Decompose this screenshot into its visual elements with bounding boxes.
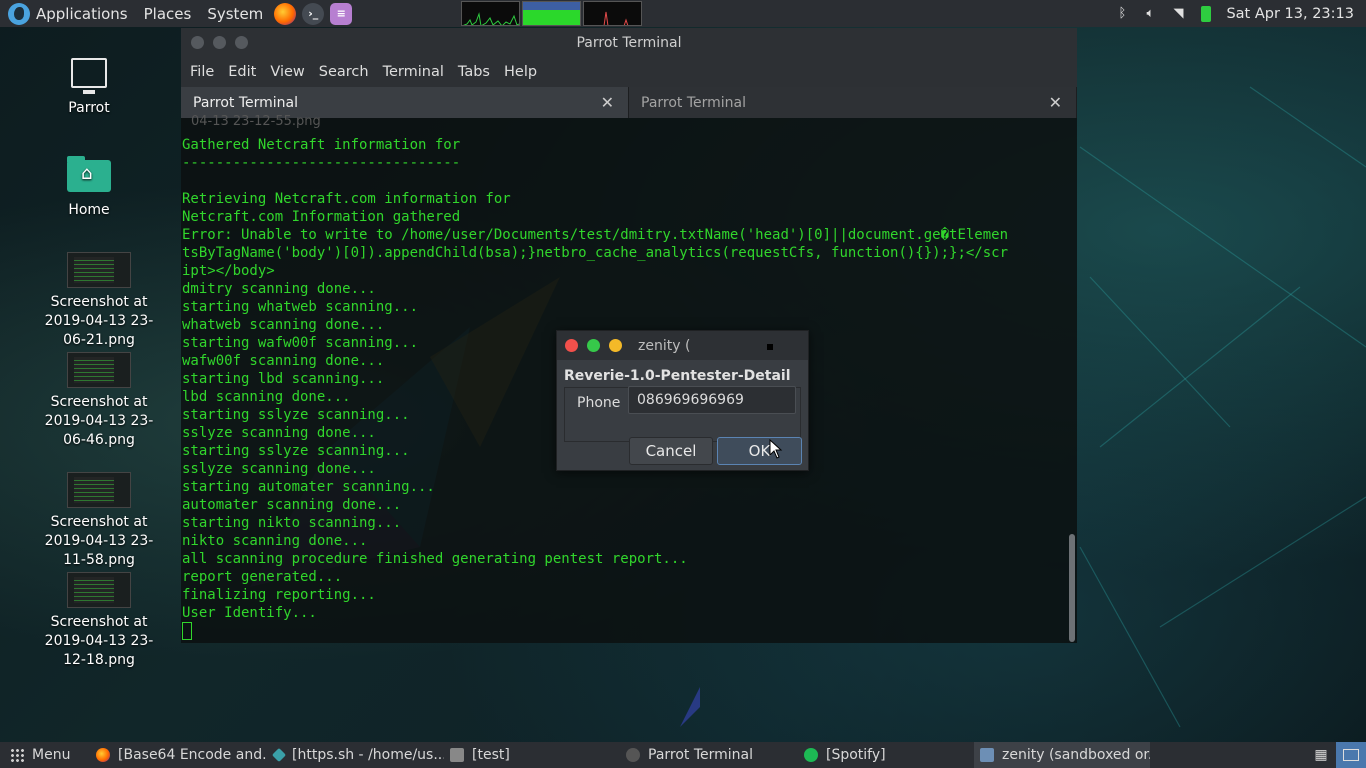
terminal-titlebar[interactable]: Parrot Terminal <box>181 28 1077 57</box>
terminal-line: nikto scanning done... <box>182 533 368 549</box>
bottom-panel: Menu [Base64 Encode and... [https.sh - /… <box>0 742 1366 768</box>
places-menu[interactable]: Places <box>136 0 200 27</box>
terminal-line: starting nikto scanning... <box>182 515 402 531</box>
terminal-line: Retrieving Netcraft.com information for <box>182 191 520 207</box>
desktop-icon-screenshot-2[interactable]: Screenshot at 2019-04-13 23-06-46.png <box>38 352 160 450</box>
terminal-launcher-icon[interactable]: ›_ <box>302 2 325 25</box>
terminal-line: dmitry scanning done... <box>182 281 376 297</box>
zenity-icon <box>980 748 994 762</box>
terminal-tab-2[interactable]: Parrot Terminal ✕ <box>629 87 1077 118</box>
notes-launcher-icon[interactable]: ≡ <box>330 2 353 25</box>
minimize-window-button[interactable] <box>213 36 226 49</box>
grid-icon <box>10 748 24 762</box>
taskbar-item-files[interactable]: [test] <box>444 742 620 768</box>
home-folder-icon <box>67 156 111 192</box>
tab-close-icon[interactable]: ✕ <box>601 93 614 112</box>
dialog-heading: Reverie-1.0-Pentester-Detail <box>564 368 791 384</box>
workspace-switcher-icon[interactable]: ▦ <box>1306 742 1336 768</box>
terminal-line: Netcraft.com Information gathered <box>182 209 461 225</box>
desktop-icon-screenshot-4[interactable]: Screenshot at 2019-04-13 23-12-18.png <box>38 572 160 670</box>
menu-view[interactable]: View <box>263 64 311 80</box>
show-desktop-icon[interactable] <box>1336 742 1366 768</box>
taskbar-item-editor[interactable]: [https.sh - /home/us... <box>268 742 444 768</box>
desktop-icon-screenshot-1[interactable]: Screenshot at 2019-04-13 23-06-21.png <box>38 252 160 350</box>
clock[interactable]: Sat Apr 13, 23:13 <box>1226 6 1354 22</box>
close-window-button[interactable] <box>191 36 204 49</box>
terminal-line: ipt></body> <box>182 263 275 279</box>
terminal-title: Parrot Terminal <box>576 34 682 51</box>
terminal-line: User Identify... <box>182 605 317 621</box>
desktop-icon-home[interactable]: Home <box>29 156 149 218</box>
applications-menu[interactable]: Applications <box>36 0 136 27</box>
image-thumbnail-icon <box>67 572 131 608</box>
taskbar-item-zenity[interactable]: zenity (sandboxed or... <box>974 742 1150 768</box>
ok-button[interactable]: OK <box>717 437 802 465</box>
terminal-line: Gathered Netcraft information for <box>182 137 469 153</box>
parrot-logo-icon[interactable] <box>8 2 30 25</box>
top-panel: Applications Places System ›_ ≡ ᛒ 🔈︎ ◥ S… <box>0 0 1366 27</box>
wifi-icon[interactable]: ◥ <box>1170 6 1186 22</box>
editor-icon <box>271 747 287 763</box>
dialog-minimize-button[interactable] <box>609 339 622 352</box>
scrollbar-thumb[interactable] <box>1069 534 1075 642</box>
desktop-icon-parrot[interactable]: Parrot <box>29 56 149 116</box>
folder-icon <box>450 748 464 762</box>
system-menu[interactable]: System <box>199 0 271 27</box>
dialog-titlebar[interactable]: zenity ( <box>557 331 808 360</box>
zenity-dialog: zenity ( Reverie-1.0-Pentester-Detail Ph… <box>556 330 809 471</box>
image-thumbnail-icon <box>67 472 131 508</box>
cancel-button[interactable]: Cancel <box>629 437 713 465</box>
terminal-icon <box>626 748 640 762</box>
cpu-graph <box>461 1 521 26</box>
menu-tabs[interactable]: Tabs <box>451 64 497 80</box>
terminal-line: finalizing reporting... <box>182 587 376 603</box>
computer-icon <box>71 58 107 94</box>
phone-label: Phone <box>577 395 621 411</box>
terminal-menubar: File Edit View Search Terminal Tabs Help <box>181 57 1077 87</box>
desktop-icon-screenshot-3[interactable]: Screenshot at 2019-04-13 23-11-58.png <box>38 472 160 570</box>
menu-search[interactable]: Search <box>312 64 376 80</box>
terminal-line: automater scanning done... <box>182 497 402 513</box>
network-graph <box>583 1 643 26</box>
terminal-line: --------------------------------- <box>182 155 461 171</box>
bluetooth-icon[interactable]: ᛒ <box>1114 6 1130 22</box>
mouse-pointer-icon <box>769 439 783 459</box>
menu-terminal[interactable]: Terminal <box>376 64 451 80</box>
firefox-launcher-icon[interactable] <box>274 2 297 25</box>
phone-input[interactable] <box>628 386 796 414</box>
taskbar-item-spotify[interactable]: [Spotify] <box>798 742 974 768</box>
firefox-icon <box>96 748 110 762</box>
menu-button[interactable]: Menu <box>0 747 90 763</box>
battery-icon[interactable] <box>1198 5 1214 22</box>
terminal-scrollbar[interactable] <box>1069 118 1075 643</box>
system-monitor[interactable] <box>461 1 643 26</box>
dialog-maximize-button[interactable] <box>587 339 600 352</box>
dialog-form: Phone <box>564 386 801 442</box>
menu-edit[interactable]: Edit <box>221 64 263 80</box>
terminal-line: Error: Unable to write to /home/user/Doc… <box>182 227 1009 243</box>
terminal-cursor <box>182 622 192 640</box>
volume-icon[interactable]: 🔈︎ <box>1142 6 1158 22</box>
tab-close-icon[interactable]: ✕ <box>1049 93 1062 112</box>
menu-file[interactable]: File <box>183 64 221 80</box>
menu-help[interactable]: Help <box>497 64 544 80</box>
terminal-line: report generated... <box>182 569 343 585</box>
terminal-line: starting automater scanning... <box>182 479 435 495</box>
taskbar-item-terminal[interactable]: Parrot Terminal <box>620 742 798 768</box>
image-thumbnail-icon <box>67 252 131 288</box>
memory-graph <box>522 1 582 26</box>
terminal-line: starting whatweb scanning... <box>182 299 419 315</box>
image-thumbnail-icon <box>67 352 131 388</box>
dialog-close-button[interactable] <box>565 339 578 352</box>
dialog-title: zenity ( <box>638 337 691 354</box>
maximize-window-button[interactable] <box>235 36 248 49</box>
taskbar-item-firefox[interactable]: [Base64 Encode and... <box>90 742 268 768</box>
terminal-line: tsByTagName('body')[0]).appendChild(bsa)… <box>182 245 1009 261</box>
terminal-line: all scanning procedure finished generati… <box>182 551 688 567</box>
spotify-icon <box>804 748 818 762</box>
